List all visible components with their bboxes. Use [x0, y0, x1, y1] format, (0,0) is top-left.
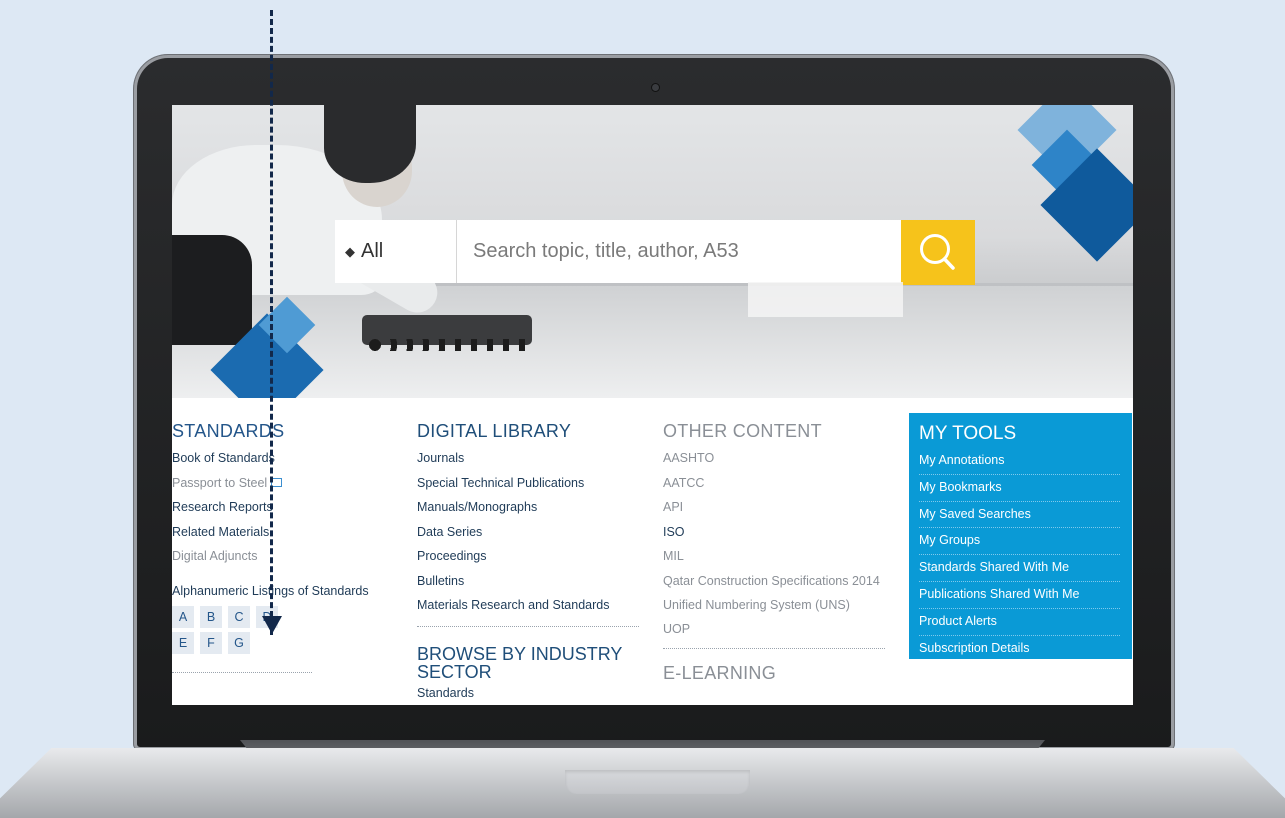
divider	[172, 671, 312, 673]
divider	[417, 625, 639, 627]
link-qatar[interactable]: Qatar Construction Specifications 2014	[663, 569, 885, 593]
letter-button[interactable]: G	[228, 631, 250, 654]
letter-button[interactable]: F	[200, 631, 222, 654]
link-iso[interactable]: ISO	[663, 520, 885, 545]
divider	[663, 647, 885, 649]
link-my-bookmarks[interactable]: My Bookmarks	[919, 475, 1120, 502]
screen: ◆ All STANDARDS Book of Standards Passpo…	[172, 105, 1133, 705]
link-subscription-details[interactable]: Subscription Details	[919, 636, 1120, 662]
link-manuals[interactable]: Manuals/Monographs	[417, 495, 642, 520]
child-hair	[324, 105, 416, 183]
laptop-notch	[565, 770, 750, 794]
search-input[interactable]	[457, 220, 901, 283]
link-api[interactable]: API	[663, 495, 885, 520]
link-stp[interactable]: Special Technical Publications	[417, 471, 642, 496]
digital-library-heading: DIGITAL LIBRARY	[417, 421, 572, 441]
link-my-annotations[interactable]: My Annotations	[919, 448, 1120, 475]
link-my-groups[interactable]: My Groups	[919, 528, 1120, 556]
hero-banner: ◆ All	[172, 105, 1133, 398]
search-button[interactable]	[901, 220, 975, 285]
annotation-arrow-line	[270, 10, 273, 635]
link-publications-shared[interactable]: Publications Shared With Me	[919, 582, 1120, 609]
other-content-column: OTHER CONTENT AASHTO AATCC API ISO MIL Q…	[663, 421, 885, 688]
link-aatcc[interactable]: AATCC	[663, 471, 885, 496]
link-mil[interactable]: MIL	[663, 544, 885, 569]
letter-button[interactable]: B	[200, 605, 222, 628]
link-proceedings[interactable]: Proceedings	[417, 544, 642, 569]
toy-train-wheels	[368, 339, 528, 351]
link-standards-shared[interactable]: Standards Shared With Me	[919, 555, 1120, 582]
other-content-heading: OTHER CONTENT	[663, 421, 822, 441]
letter-button[interactable]: C	[228, 605, 250, 628]
sort-arrows-icon: ◆	[345, 243, 355, 259]
letter-button[interactable]: E	[172, 631, 194, 654]
elearning-heading: E-LEARNING	[663, 662, 777, 683]
search-scope-label: All	[361, 240, 384, 262]
search-scope-select[interactable]: ◆ All	[335, 220, 457, 283]
link-aashto[interactable]: AASHTO	[663, 446, 885, 471]
my-tools-heading: MY TOOLS	[919, 423, 1017, 444]
digital-library-column: DIGITAL LIBRARY Journals Special Technic…	[417, 421, 642, 705]
camera-icon	[652, 84, 659, 91]
letter-button[interactable]: A	[172, 605, 194, 628]
link-product-alerts[interactable]: Product Alerts	[919, 609, 1120, 636]
link-uop[interactable]: UOP	[663, 617, 885, 642]
link-my-saved-searches[interactable]: My Saved Searches	[919, 502, 1120, 529]
child-legs	[172, 235, 252, 345]
link-journals[interactable]: Journals	[417, 446, 642, 471]
link-data-series[interactable]: Data Series	[417, 520, 642, 545]
link-materials-research[interactable]: Materials Research and Standards	[417, 593, 642, 618]
link-bulletins[interactable]: Bulletins	[417, 569, 642, 594]
link-uns[interactable]: Unified Numbering System (UNS)	[663, 593, 885, 618]
link-browse-standards[interactable]: Standards	[417, 681, 642, 706]
search-icon	[920, 234, 955, 270]
browse-heading: BROWSE BY INDUSTRY SECTOR	[417, 643, 623, 682]
floor	[172, 285, 1133, 398]
my-tools-panel: MY TOOLS My Annotations My Bookmarks My …	[909, 413, 1132, 659]
link-passport-to-steel-label: Passport to Steel	[172, 475, 268, 490]
autocomplete-placeholder	[748, 282, 903, 317]
annotation-arrow-head	[262, 616, 282, 634]
